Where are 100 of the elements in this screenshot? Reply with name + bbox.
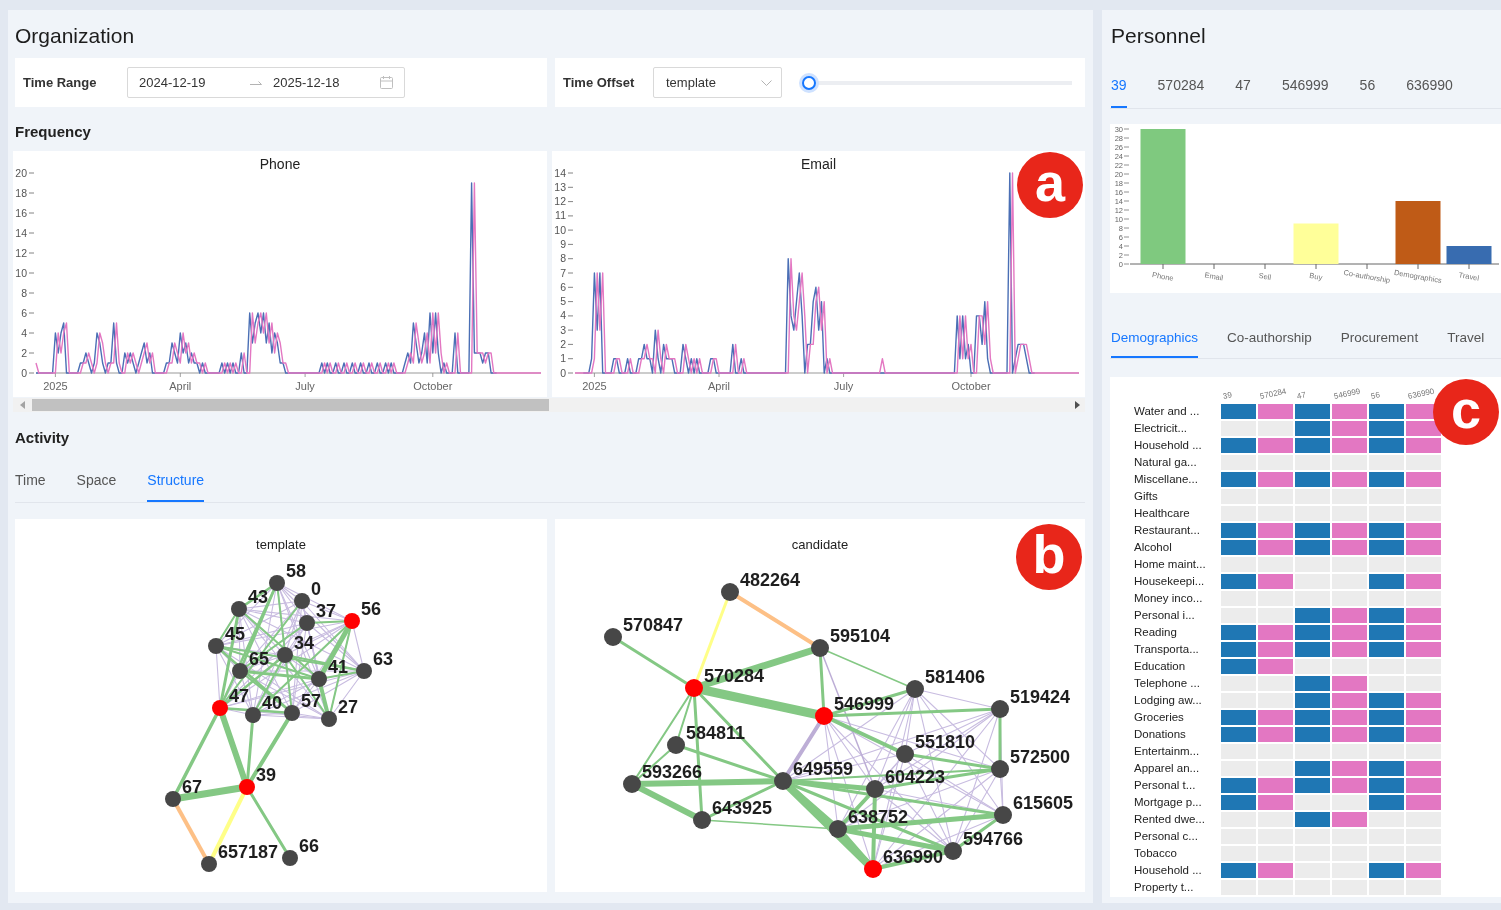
node-label: 41	[328, 657, 349, 677]
tab[interactable]: 39	[1111, 54, 1127, 108]
chart-bar	[1293, 223, 1339, 264]
axis-label: 10	[554, 223, 566, 236]
node-label: 0	[311, 579, 321, 599]
row-label: Rented dwe...	[1134, 813, 1205, 825]
panel-title: Personnel	[1111, 23, 1206, 49]
node-label: 482264	[740, 570, 801, 590]
axis-label: 4	[560, 309, 566, 322]
row-label: Donations	[1134, 728, 1186, 740]
node-label: 604223	[885, 767, 946, 787]
column-header: 39	[1222, 390, 1233, 401]
tab[interactable]: Procurement	[1340, 308, 1419, 358]
arrow-right-icon	[250, 80, 262, 85]
chart-bar	[1446, 246, 1492, 264]
row-label: Miscellane...	[1134, 473, 1198, 485]
date-range-field[interactable]: 2024-12-19 2025-12-18	[127, 67, 405, 98]
row-label: Water and ...	[1134, 405, 1200, 417]
axis-label: 2	[21, 346, 27, 359]
axis-label: 14	[554, 166, 566, 179]
axis-label: 2	[560, 337, 566, 350]
axis-label: 6	[560, 280, 566, 293]
section-title: Activity	[15, 428, 70, 448]
scrollbar-thumb[interactable]	[32, 399, 549, 411]
chart-title: Phone	[259, 156, 301, 172]
tab[interactable]: Co-authorship	[1227, 308, 1312, 358]
node-label: 65	[249, 649, 270, 669]
row-label: Tobacco	[1134, 847, 1177, 859]
field-label: Time Offset	[563, 75, 635, 90]
calendar-icon[interactable]	[380, 76, 393, 89]
axis-label: October	[951, 380, 991, 392]
tab[interactable]: Demographics	[1111, 308, 1199, 358]
axis-label: 11	[555, 209, 566, 222]
axis-label: 7	[560, 266, 566, 279]
node-label: 37	[316, 601, 337, 621]
axis-label: 8	[21, 286, 27, 299]
axis-label: July	[295, 380, 315, 392]
tab[interactable]: 570284	[1157, 54, 1205, 108]
node-label: 45	[225, 624, 246, 644]
node-label: 570284	[704, 666, 765, 686]
row-label: Gifts	[1134, 490, 1158, 502]
row-label: Groceries	[1134, 711, 1184, 723]
node-label: 581406	[925, 667, 986, 687]
axis-label: 0	[560, 366, 566, 379]
node-label: 57	[301, 691, 322, 711]
chart-title: Email	[801, 156, 836, 172]
axis-label: 4	[21, 326, 27, 339]
node-label: 593266	[642, 762, 703, 782]
arrow-left-icon[interactable]	[20, 401, 25, 409]
node-label: 649559	[793, 759, 854, 779]
tab[interactable]: Structure	[147, 453, 205, 502]
node-label: 519424	[1010, 687, 1071, 707]
axis-label: 16	[15, 206, 27, 219]
tab[interactable]: 636990	[1406, 54, 1453, 108]
graph-title: template	[256, 537, 306, 552]
node-label: 572500	[1010, 747, 1071, 767]
node-label: 657187	[218, 842, 279, 862]
node-label: 40	[262, 693, 283, 713]
row-label: Household ...	[1134, 439, 1202, 451]
tab[interactable]: 47	[1235, 54, 1251, 108]
axis-label: 14	[15, 226, 27, 239]
node-label: 643925	[712, 798, 773, 818]
axis-label: April	[708, 380, 730, 392]
tab[interactable]: 56	[1359, 54, 1376, 108]
tab[interactable]: 546999	[1281, 54, 1329, 108]
tab[interactable]: Time	[15, 453, 46, 502]
field-label: Time Range	[23, 75, 97, 90]
tab[interactable]: Space	[76, 453, 117, 502]
axis-label: July	[833, 380, 854, 392]
row-label: Telephone ...	[1134, 677, 1200, 689]
axis-label: 2025	[582, 380, 607, 392]
row-label: Apparel an...	[1134, 762, 1200, 774]
row-label: Education	[1134, 660, 1186, 672]
node-label: 570847	[623, 615, 684, 635]
column-header: 570284	[1259, 386, 1288, 401]
node-label: 39	[256, 765, 277, 785]
row-label: Lodging aw...	[1134, 694, 1202, 706]
node-label: 594766	[963, 829, 1024, 849]
arrow-right-icon[interactable]	[1075, 401, 1080, 409]
row-label: Personal c...	[1134, 830, 1198, 842]
node-label: 27	[338, 697, 359, 717]
axis-label: 10	[15, 266, 27, 279]
axis-label: 13	[554, 180, 566, 193]
node-label: 551810	[915, 732, 976, 752]
axis-label: 3	[560, 323, 566, 336]
slider-thumb[interactable]	[802, 75, 816, 90]
axis-label: 5	[560, 295, 566, 308]
node-label: 66	[299, 836, 320, 856]
column-header: 636990	[1407, 386, 1436, 401]
column-header: 546999	[1333, 386, 1362, 401]
graph-title: candidate	[791, 537, 849, 552]
column-header: 47	[1296, 390, 1307, 401]
tab[interactable]: Travel	[1447, 308, 1485, 358]
row-label: Natural ga...	[1134, 456, 1197, 468]
axis-label: 8	[560, 252, 566, 265]
panel-title: Organization	[15, 23, 135, 49]
offset-select[interactable]: template	[653, 67, 782, 98]
row-label: Entertainm...	[1134, 745, 1200, 757]
node-label: 546999	[834, 694, 895, 714]
row-label: Home maint...	[1134, 558, 1206, 570]
